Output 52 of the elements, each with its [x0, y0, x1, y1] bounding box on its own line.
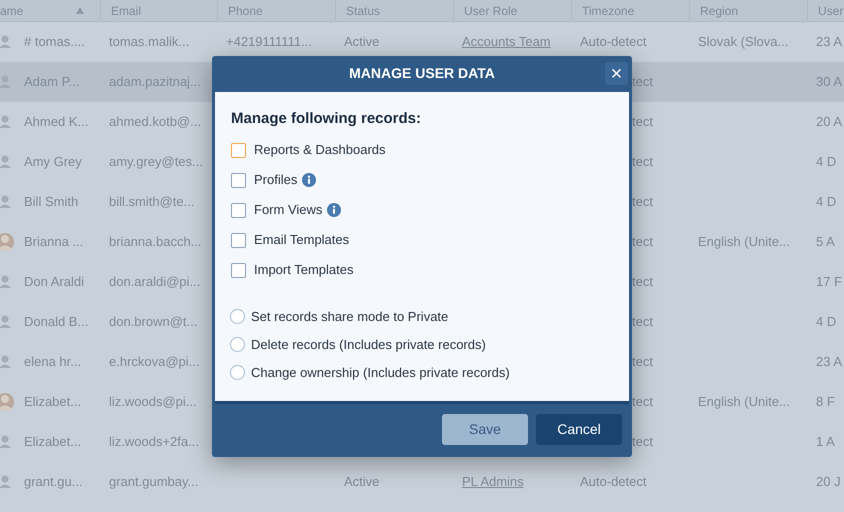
- table-cell: 4 D: [816, 194, 836, 210]
- table-cell: Bill Smith: [24, 194, 78, 210]
- table-cell: Elizabet...: [24, 434, 82, 450]
- dialog-title: MANAGE USER DATA: [349, 64, 495, 82]
- table-cell: Active: [344, 34, 380, 50]
- table-cell: Auto-detect: [580, 34, 646, 50]
- section-heading: Manage following records:: [231, 110, 422, 128]
- table-cell: tomas.malik...: [109, 34, 190, 50]
- table-cell: 17 F: [816, 274, 842, 290]
- table-cell: Don Araldi: [24, 274, 84, 290]
- table-cell: Donald B...: [24, 314, 88, 330]
- table-cell: +4219111111...: [226, 34, 312, 50]
- table-cell: tect: [632, 154, 653, 170]
- table-cell: 5 A: [816, 234, 835, 250]
- table-cell: Elizabet...: [24, 394, 82, 410]
- table-cell: 20 A: [816, 114, 842, 130]
- table-cell: brianna.bacch...: [109, 234, 202, 250]
- table-cell: don.brown@t...: [109, 314, 198, 330]
- table-cell: 4 D: [816, 154, 836, 170]
- table-cell: tect: [632, 394, 653, 410]
- table-cell: English (Unite...: [698, 394, 790, 410]
- table-cell: Auto-detect: [580, 474, 646, 490]
- table-cell: tect: [632, 274, 653, 290]
- table-cell: Active: [344, 474, 380, 490]
- table-cell: 1 A: [816, 434, 835, 450]
- table-cell: 23 A: [816, 34, 842, 50]
- table-cell: tect: [632, 354, 653, 370]
- table-cell: elena hr...: [24, 354, 82, 370]
- table-cell: tect: [632, 234, 653, 250]
- table-cell: tect: [632, 314, 653, 330]
- table-cell: Slovak (Slova...: [698, 34, 788, 50]
- table-cell: grant.gu...: [24, 474, 83, 490]
- table-cell: 23 A: [816, 354, 842, 370]
- table-cell: # tomas....: [24, 34, 85, 50]
- table-cell: Ahmed K...: [24, 114, 88, 130]
- table-cell: tect: [632, 434, 653, 450]
- table-cell: 4 D: [816, 314, 836, 330]
- table-cell: English (Unite...: [698, 234, 790, 250]
- table-cell: grant.gumbay...: [109, 474, 198, 490]
- table-cell: Amy Grey: [24, 154, 82, 170]
- table-cell: e.hrckova@pi...: [109, 354, 200, 370]
- table-cell: liz.woods+2fa...: [109, 434, 199, 450]
- table-cell: 8 F: [816, 394, 835, 410]
- table-cell: Brianna ...: [24, 234, 84, 250]
- table-cell: tect: [632, 114, 653, 130]
- table-cell: tect: [632, 194, 653, 210]
- table-cell: bill.smith@te...: [109, 194, 194, 210]
- table-cell: don.araldi@pi...: [109, 274, 200, 290]
- table-cell: 20 J: [816, 474, 841, 490]
- table-cell: ahmed.kotb@...: [109, 114, 201, 130]
- table-cell: liz.woods@pi...: [109, 394, 197, 410]
- table-cell: amy.grey@tes...: [109, 154, 203, 170]
